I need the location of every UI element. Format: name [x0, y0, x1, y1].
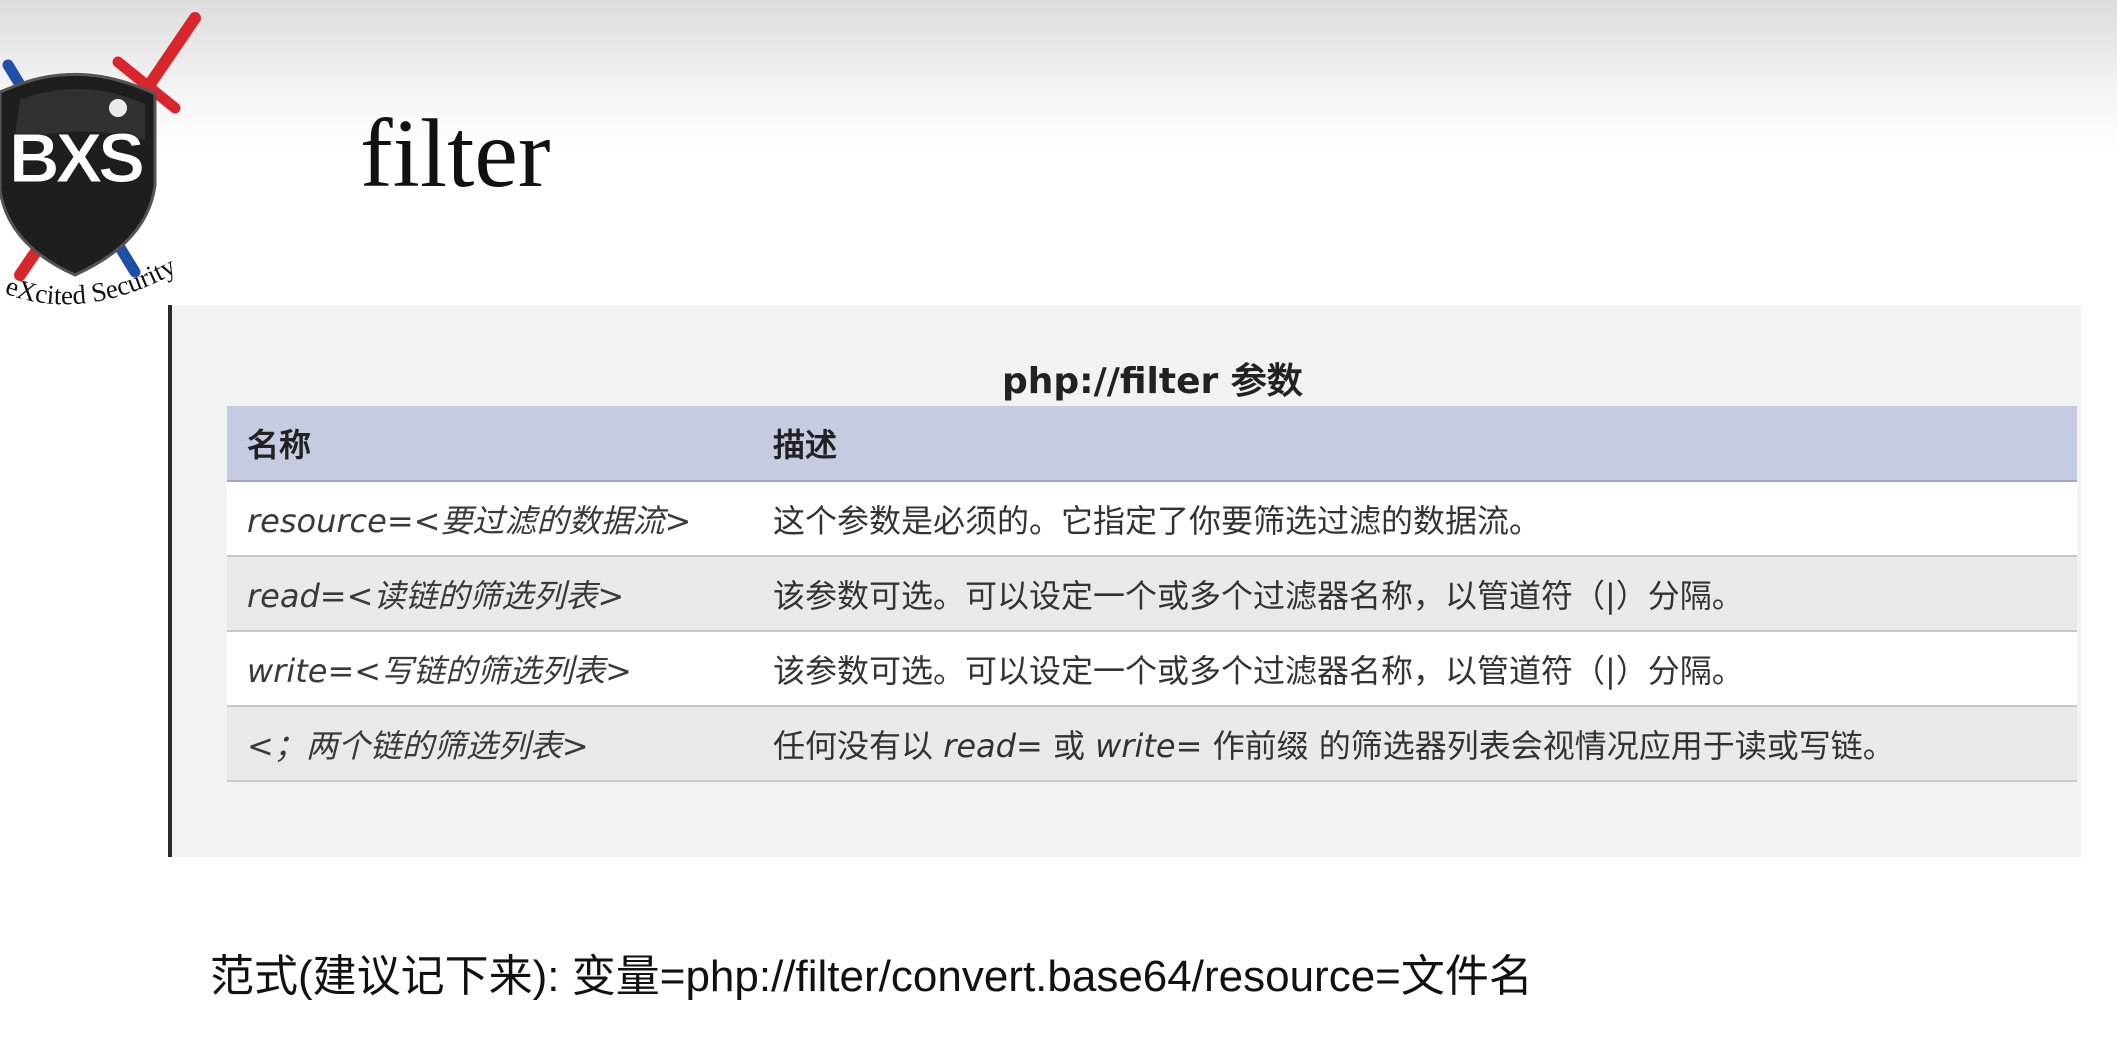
params-table: 名称 描述 resource=<要过滤的数据流> 这个参数是必须的。它指定了你要…: [227, 406, 2077, 782]
param-name: resource=<要过滤的数据流>: [227, 481, 753, 557]
param-description: 任何没有以 read= 或 write= 作前缀 的筛选器列表会视情况应用于读或…: [753, 706, 2077, 782]
param-description: 该参数可选。可以设定一个或多个过滤器名称，以管道符（|）分隔。: [753, 556, 2077, 632]
table-row: write=<写链的筛选列表> 该参数可选。可以设定一个或多个过滤器名称，以管道…: [227, 631, 2077, 707]
desc-text: 任何没有以: [773, 726, 944, 765]
param-description: 该参数可选。可以设定一个或多个过滤器名称，以管道符（|）分隔。: [753, 631, 2077, 707]
desc-text: 或: [1042, 726, 1096, 765]
table-caption: php://filter 参数: [1002, 361, 1303, 402]
slide-title: filter: [360, 100, 551, 208]
column-header-name: 名称: [227, 406, 753, 482]
table-row: read=<读链的筛选列表> 该参数可选。可以设定一个或多个过滤器名称，以管道符…: [227, 556, 2077, 632]
logo-letters: BXS: [9, 119, 142, 197]
filter-pattern-note: 范式(建议记下来): 变量=php://filter/convert.base6…: [210, 952, 1533, 1001]
param-name: <；两个链的筛选列表>: [227, 706, 753, 782]
bxs-logo: BXS eXcited Security: [0, 12, 201, 310]
desc-code-write: write=: [1095, 726, 1203, 765]
desc-code-read: read=: [943, 726, 1043, 765]
param-description: 这个参数是必须的。它指定了你要筛选过滤的数据流。: [753, 481, 2077, 557]
table-row: resource=<要过滤的数据流> 这个参数是必须的。它指定了你要筛选过滤的数…: [227, 481, 2077, 557]
column-header-description: 描述: [753, 406, 2077, 482]
table-row: <；两个链的筛选列表> 任何没有以 read= 或 write= 作前缀 的筛选…: [227, 706, 2077, 782]
param-name: read=<读链的筛选列表>: [227, 556, 753, 632]
param-name: write=<写链的筛选列表>: [227, 631, 753, 707]
desc-text: 作前缀 的筛选器列表会视情况应用于读或写链。: [1202, 726, 1895, 765]
table-header-row: 名称 描述: [227, 406, 2077, 482]
